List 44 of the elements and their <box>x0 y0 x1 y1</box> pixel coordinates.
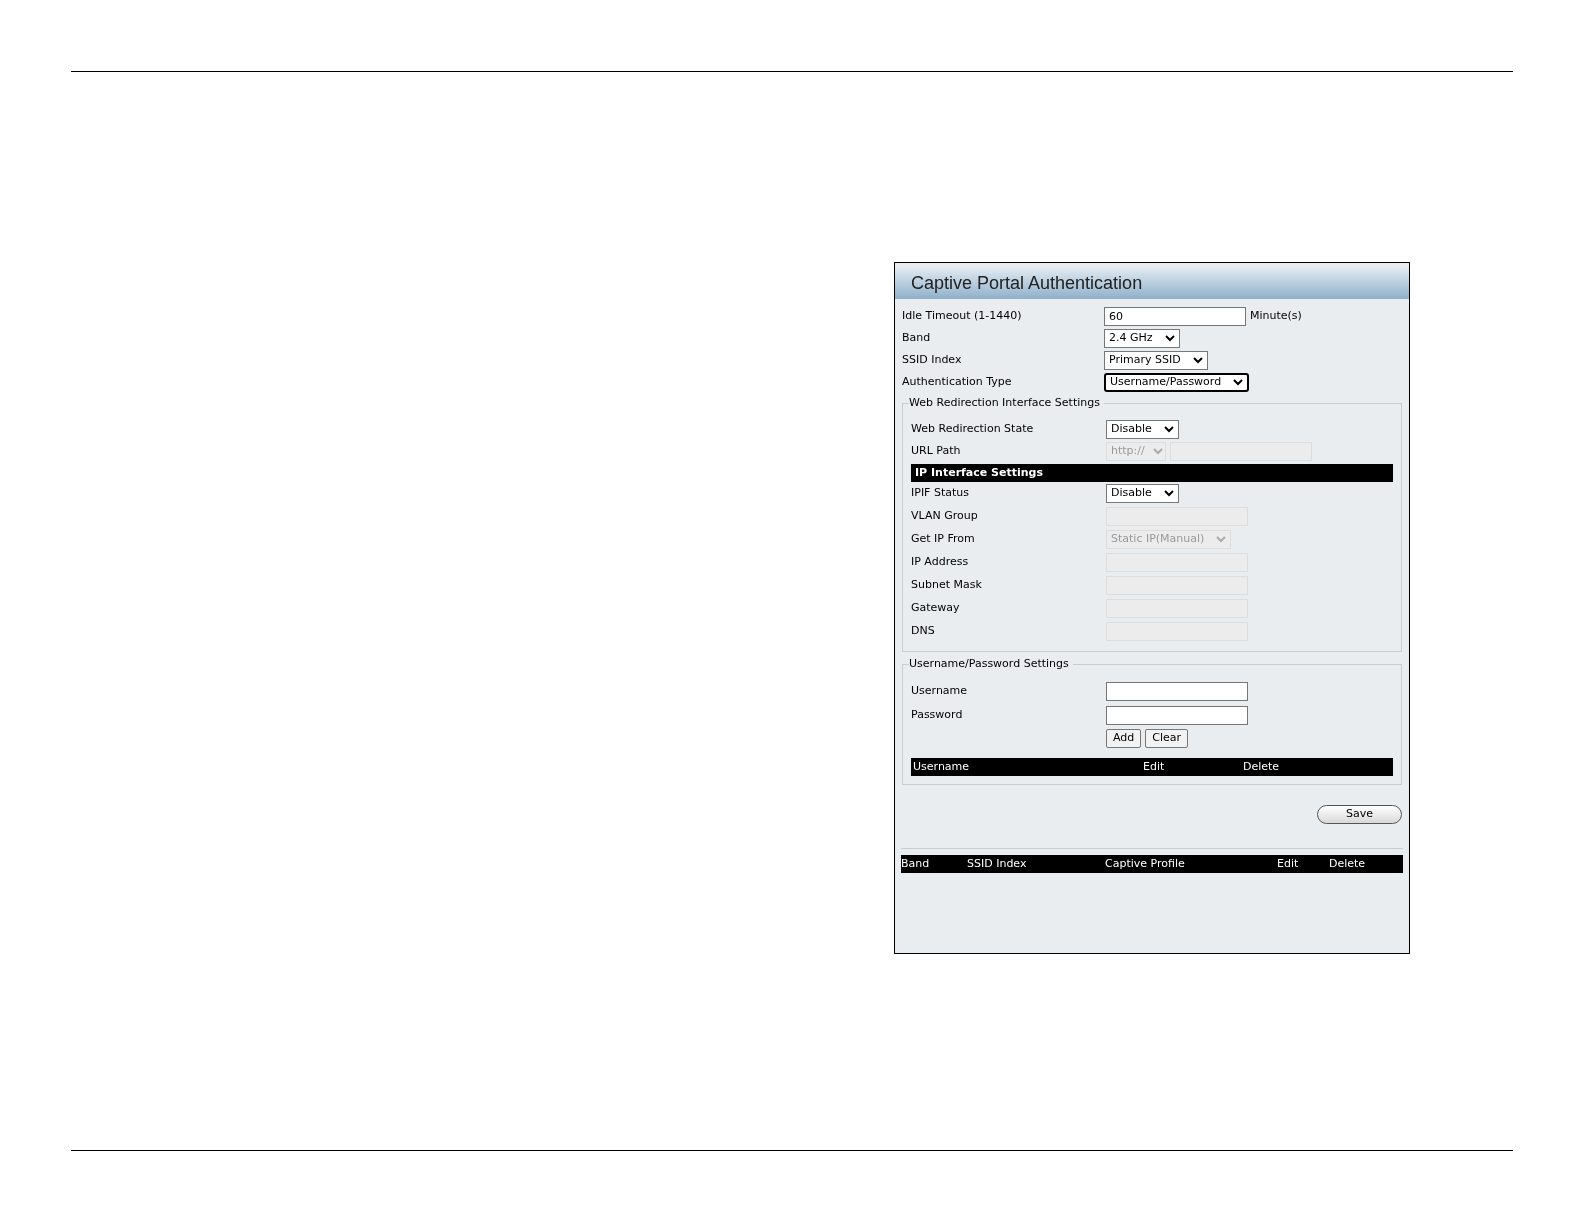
save-button[interactable]: Save <box>1317 805 1402 824</box>
column-header: Delete <box>1243 758 1281 775</box>
text-field[interactable] <box>1106 681 1248 701</box>
field-label: Username <box>911 682 969 699</box>
field-label: URL Path <box>911 442 962 459</box>
field-label: Idle Timeout (1-1440) <box>902 307 1023 324</box>
field-label: Subnet Mask <box>911 577 983 594</box>
dropdown-select[interactable]: Disable <box>1106 484 1179 503</box>
field-label: Web Redirection State <box>911 420 1035 437</box>
chevron-down-icon <box>1152 447 1163 455</box>
field-label: VLAN Group <box>911 508 979 525</box>
text-field[interactable]: 60 <box>1104 306 1246 326</box>
chevron-down-icon <box>1164 334 1175 342</box>
column-header: Band <box>901 855 931 872</box>
column-header: Username <box>913 758 971 775</box>
field-label: DNS <box>911 623 936 640</box>
unit-label: Minute(s) <box>1250 307 1302 324</box>
chevron-down-icon <box>1163 490 1174 497</box>
field-label: Band <box>902 329 932 346</box>
field-label: Password <box>911 706 964 723</box>
column-header: Captive Profile <box>1105 855 1186 872</box>
column-header: SSID Index <box>967 855 1028 872</box>
chevron-down-icon <box>1216 536 1227 543</box>
chevron-down-icon <box>1233 378 1244 386</box>
form-button[interactable]: Clear <box>1145 729 1189 748</box>
field-label: Authentication Type <box>902 373 1013 390</box>
chevron-down-icon <box>1163 425 1174 433</box>
field-label: IPIF Status <box>911 485 970 502</box>
chevron-down-icon <box>1192 356 1203 364</box>
column-header: Edit <box>1143 758 1166 775</box>
field-label: Gateway <box>911 600 961 617</box>
text-field[interactable] <box>1106 705 1248 725</box>
dropdown-select[interactable]: Username/Password <box>1104 372 1250 392</box>
section-heading: IP Interface Settings <box>911 464 1393 482</box>
panel-title: Captive Portal Authentication <box>895 267 1409 299</box>
column-header: Edit <box>1277 855 1300 872</box>
field-label: SSID Index <box>902 351 963 368</box>
field-label: Get IP From <box>911 531 976 548</box>
column-header: Delete <box>1329 855 1367 872</box>
field-label: IP Address <box>911 554 970 571</box>
dropdown-select[interactable]: Disable <box>1106 419 1179 439</box>
dropdown-select[interactable]: 2.4 GHz <box>1104 328 1180 348</box>
dropdown-select[interactable]: Primary SSID <box>1104 350 1208 370</box>
form-button[interactable]: Add <box>1106 729 1142 748</box>
